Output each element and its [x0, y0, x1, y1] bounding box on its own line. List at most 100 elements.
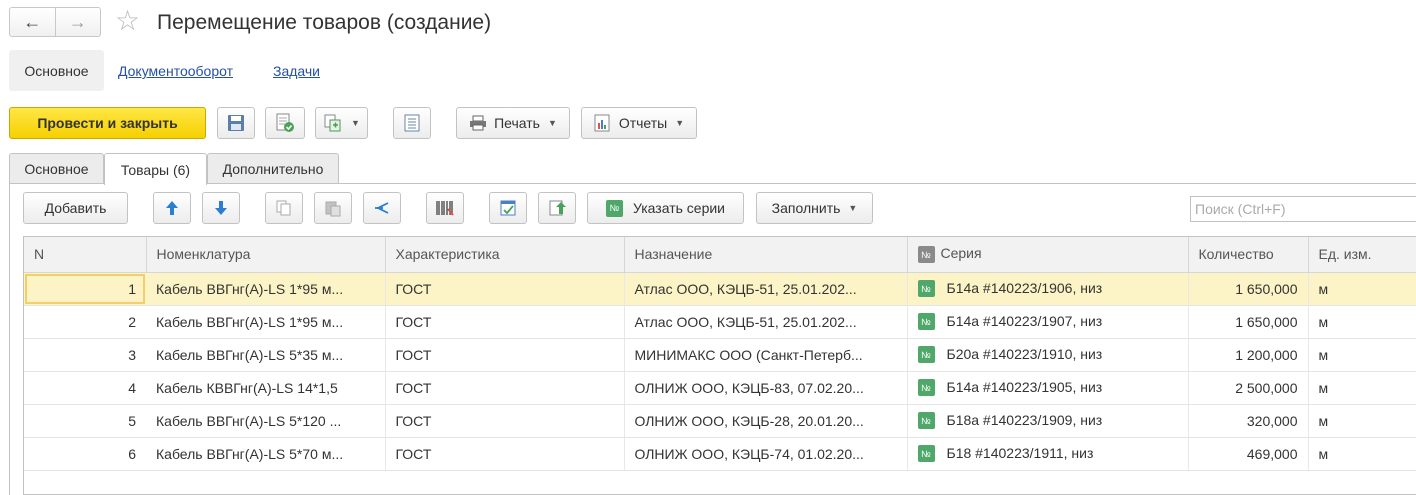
cell-characteristic[interactable]: ГОСТ — [385, 272, 625, 306]
reports-button[interactable]: Отчеты ▼ — [581, 107, 697, 139]
cell-nomenclature[interactable]: Кабель ВВГнг(А)-LS 5*35 м... — [146, 338, 386, 372]
cell-unit[interactable]: м — [1308, 305, 1416, 339]
cell-destination[interactable]: Атлас ООО, КЭЦБ-51, 25.01.202... — [624, 305, 908, 339]
cell-n[interactable]: 4 — [24, 371, 146, 405]
forward-button[interactable]: → — [54, 8, 101, 36]
barcode-search-button[interactable] — [426, 192, 464, 224]
add-button[interactable]: Добавить — [23, 192, 128, 224]
create-based-on-icon — [323, 113, 343, 133]
favorite-star-icon[interactable]: ☆ — [115, 6, 140, 36]
table-row[interactable]: 3 Кабель ВВГнг(А)-LS 5*35 м... ГОСТ МИНИ… — [24, 338, 1416, 372]
cell-n[interactable]: 6 — [24, 437, 146, 471]
specify-series-button[interactable]: № Указать серии — [587, 192, 744, 224]
series-number-icon: № — [917, 412, 935, 430]
cell-quantity[interactable]: 1 200,000 — [1188, 338, 1309, 372]
column-header-characteristic[interactable]: Характеристика — [385, 237, 625, 273]
check-filling-button[interactable] — [489, 192, 527, 224]
column-header-nomenclature[interactable]: Номенклатура — [146, 237, 386, 273]
cell-nomenclature[interactable]: Кабель ВВГнг(А)-LS 5*120 ... — [146, 404, 386, 438]
arrow-up-icon — [164, 199, 180, 217]
cell-quantity[interactable]: 1 650,000 — [1188, 305, 1309, 339]
column-header-series[interactable]: № Серия — [907, 237, 1189, 273]
cell-n[interactable]: 2 — [24, 305, 146, 339]
topnav-tasks-link[interactable]: Задачи — [273, 62, 320, 80]
create-based-on-button[interactable]: ▼ — [315, 107, 368, 139]
move-up-button[interactable] — [153, 192, 191, 224]
back-button[interactable]: ← — [10, 8, 55, 36]
window-title: Перемещение товаров (создание) — [157, 11, 492, 34]
cell-characteristic[interactable]: ГОСТ — [385, 305, 625, 339]
cell-characteristic[interactable]: ГОСТ — [385, 404, 625, 438]
cell-destination[interactable]: МИНИМАКС ООО (Санкт-Петерб... — [624, 338, 908, 372]
tab-goods[interactable]: Товары (6) — [104, 153, 207, 185]
cell-series[interactable]: № Б18а #140223/1909, низ — [907, 404, 1189, 438]
series-value: Б20а #140223/1910, низ — [946, 345, 1103, 362]
post-and-close-button[interactable]: Провести и закрыть — [9, 107, 206, 139]
series-number-icon: № — [917, 379, 935, 397]
topnav-main[interactable]: Основное — [9, 50, 104, 91]
cell-quantity[interactable]: 469,000 — [1188, 437, 1309, 471]
dropdown-arrow-icon: ▼ — [547, 118, 557, 128]
column-header-quantity[interactable]: Количество — [1188, 237, 1309, 273]
table-row[interactable]: 1 Кабель ВВГнг(А)-LS 1*95 м... ГОСТ Атла… — [24, 272, 1416, 306]
cell-destination[interactable]: ОЛНИЖ ООО, КЭЦБ-83, 07.02.20... — [624, 371, 908, 405]
tab-additional[interactable]: Дополнительно — [207, 153, 339, 184]
print-button[interactable]: Печать ▼ — [456, 107, 570, 139]
cell-nomenclature[interactable]: Кабель ВВГнг(А)-LS 5*70 м... — [146, 437, 386, 471]
series-value: Б18а #140223/1909, низ — [946, 411, 1103, 428]
series-value: Б14а #140223/1907, низ — [946, 312, 1103, 329]
column-header-unit[interactable]: Ед. изм. — [1308, 237, 1416, 273]
paste-button[interactable] — [314, 192, 352, 224]
column-header-n[interactable]: N — [24, 237, 147, 273]
cell-n[interactable]: 5 — [24, 404, 146, 438]
cell-n[interactable]: 3 — [24, 338, 146, 372]
column-header-destination[interactable]: Назначение — [624, 237, 908, 273]
tab-main[interactable]: Основное — [9, 153, 104, 184]
cell-characteristic[interactable]: ГОСТ — [385, 371, 625, 405]
series-number-icon: № — [917, 445, 935, 463]
cell-series[interactable]: № Б14а #140223/1905, низ — [907, 371, 1189, 405]
split-row-button[interactable] — [363, 192, 401, 224]
cell-unit[interactable]: м — [1308, 437, 1416, 471]
search-input[interactable]: Поиск (Ctrl+F) — [1190, 196, 1416, 222]
cell-characteristic[interactable]: ГОСТ — [385, 437, 625, 471]
table-row[interactable]: 2 Кабель ВВГнг(А)-LS 1*95 м... ГОСТ Атла… — [24, 305, 1416, 339]
upload-button[interactable] — [538, 192, 576, 224]
copy-button[interactable] — [265, 192, 303, 224]
table-row[interactable]: 5 Кабель ВВГнг(А)-LS 5*120 ... ГОСТ ОЛНИ… — [24, 404, 1416, 438]
table-header: N Номенклатура Характеристика Назначение… — [24, 237, 1416, 273]
topnav-document-flow-link[interactable]: Документооборот — [118, 62, 233, 80]
cell-destination[interactable]: Атлас ООО, КЭЦБ-51, 25.01.202... — [624, 272, 908, 306]
post-button[interactable] — [265, 107, 305, 139]
printer-icon — [469, 115, 487, 131]
cell-unit[interactable]: м — [1308, 272, 1416, 306]
cell-series[interactable]: № Б18 #140223/1911, низ — [907, 437, 1189, 471]
structure-button[interactable] — [393, 107, 431, 139]
specify-series-label: Указать серии — [632, 200, 726, 216]
cell-series[interactable]: № Б14а #140223/1906, низ — [907, 272, 1189, 306]
table-row[interactable]: 6 Кабель ВВГнг(А)-LS 5*70 м... ГОСТ ОЛНИ… — [24, 437, 1416, 471]
cell-characteristic[interactable]: ГОСТ — [385, 338, 625, 372]
fill-button[interactable]: Заполнить ▼ — [756, 192, 873, 224]
cell-nomenclature[interactable]: Кабель КВВГнг(А)-LS 14*1,5 — [146, 371, 386, 405]
cell-destination[interactable]: ОЛНИЖ ООО, КЭЦБ-74, 01.02.20... — [624, 437, 908, 471]
cell-destination[interactable]: ОЛНИЖ ООО, КЭЦБ-28, 20.01.20... — [624, 404, 908, 438]
navigation-buttons: ← → — [9, 7, 101, 37]
move-down-button[interactable] — [202, 192, 240, 224]
dropdown-arrow-icon: ▼ — [675, 118, 685, 128]
split-arrows-icon — [373, 199, 391, 217]
cell-series[interactable]: № Б14а #140223/1907, низ — [907, 305, 1189, 339]
table-row[interactable]: 4 Кабель КВВГнг(А)-LS 14*1,5 ГОСТ ОЛНИЖ … — [24, 371, 1416, 405]
cell-quantity[interactable]: 1 650,000 — [1188, 272, 1309, 306]
save-button[interactable] — [217, 107, 255, 139]
arrow-down-icon — [213, 199, 229, 217]
cell-n[interactable]: 1 — [24, 272, 146, 306]
cell-quantity[interactable]: 320,000 — [1188, 404, 1309, 438]
cell-quantity[interactable]: 2 500,000 — [1188, 371, 1309, 405]
cell-nomenclature[interactable]: Кабель ВВГнг(А)-LS 1*95 м... — [146, 272, 386, 306]
cell-unit[interactable]: м — [1308, 371, 1416, 405]
cell-unit[interactable]: м — [1308, 338, 1416, 372]
cell-unit[interactable]: м — [1308, 404, 1416, 438]
cell-nomenclature[interactable]: Кабель ВВГнг(А)-LS 1*95 м... — [146, 305, 386, 339]
cell-series[interactable]: № Б20а #140223/1910, низ — [907, 338, 1189, 372]
